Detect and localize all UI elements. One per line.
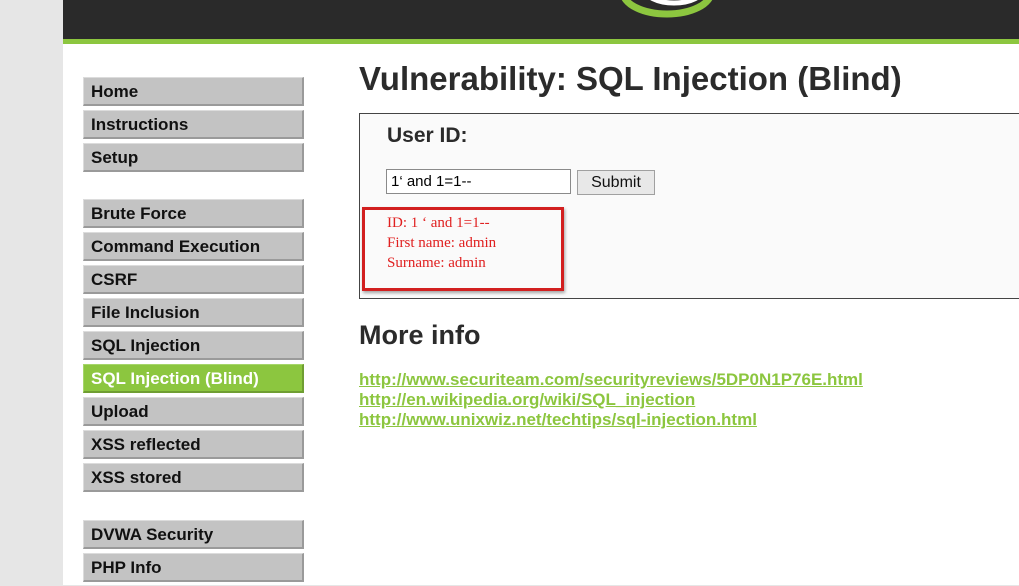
more-info-links: http://www.securiteam.com/securityreview… [359,370,863,430]
link-securiteam[interactable]: http://www.securiteam.com/securityreview… [359,370,863,390]
result-surname-line: Surname: admin [387,255,486,271]
menu-item-home[interactable]: Home [83,77,304,106]
menu-group-main: Home Instructions Setup [83,77,304,176]
page-title: Vulnerability: SQL Injection (Blind) [359,60,902,97]
menu-item-sql-injection-blind[interactable]: SQL Injection (Blind) [83,364,304,393]
result-first-name-line: First name: admin [387,235,497,251]
menu-item-csrf[interactable]: CSRF [83,265,304,294]
menu-item-php-info[interactable]: PHP Info [83,553,304,582]
more-info-heading: More info [359,320,481,350]
header-bar [63,0,1019,39]
header-accent-rule [63,39,1019,44]
menu-item-brute-force[interactable]: Brute Force [83,199,304,228]
menu-item-dvwa-security[interactable]: DVWA Security [83,520,304,549]
link-unixwiz[interactable]: http://www.unixwiz.net/techtips/sql-inje… [359,410,863,430]
query-result: ID: 1 ‘ and 1=1-- First name: admin Surn… [387,213,496,273]
menu-item-xss-reflected[interactable]: XSS reflected [83,430,304,459]
result-id-line: ID: 1 ‘ and 1=1-- [387,215,490,231]
submit-button[interactable]: Submit [577,170,655,195]
menu-item-upload[interactable]: Upload [83,397,304,426]
dvwa-logo-icon [621,0,713,18]
link-wikipedia[interactable]: http://en.wikipedia.org/wiki/SQL_injecti… [359,390,863,410]
menu-item-sql-injection[interactable]: SQL Injection [83,331,304,360]
menu-group-vulnerabilities: Brute Force Command Execution CSRF File … [83,199,304,496]
user-id-input[interactable] [386,169,571,194]
vulnerability-form-box: User ID: Submit ID: 1 ‘ and 1=1-- First … [359,113,1019,299]
menu-group-settings: DVWA Security PHP Info [83,520,304,586]
menu-item-instructions[interactable]: Instructions [83,110,304,139]
user-id-label: User ID: [387,124,468,147]
menu-item-xss-stored[interactable]: XSS stored [83,463,304,492]
menu-item-setup[interactable]: Setup [83,143,304,172]
menu-item-file-inclusion[interactable]: File Inclusion [83,298,304,327]
page: Home Instructions Setup Brute Force Comm… [63,0,1019,585]
menu-item-command-execution[interactable]: Command Execution [83,232,304,261]
